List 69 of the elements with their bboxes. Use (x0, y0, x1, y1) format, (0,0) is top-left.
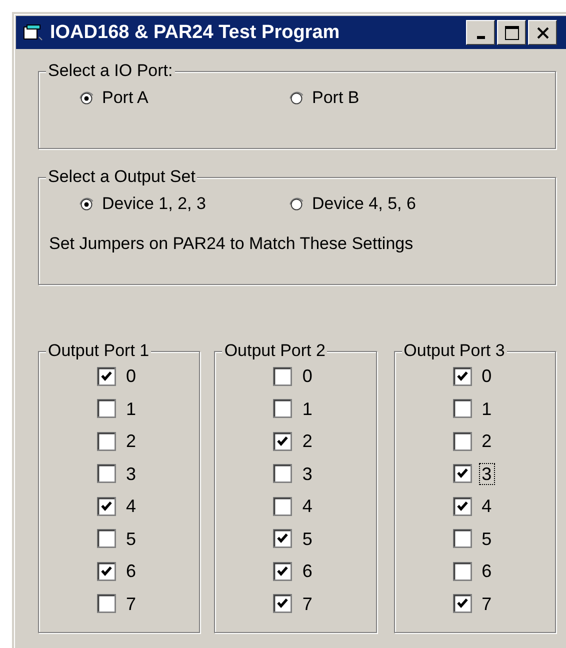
checkbox[interactable] (452, 366, 472, 386)
group-label: Select a Output Set (46, 167, 198, 187)
checkbox[interactable] (97, 432, 116, 451)
checkbox[interactable] (273, 399, 292, 418)
checkbox[interactable] (97, 594, 116, 614)
checkbox-label: 1 (301, 398, 314, 420)
checkbox[interactable] (273, 594, 292, 614)
maximize-button[interactable] (497, 20, 526, 45)
checkbox-label: 5 (301, 528, 314, 550)
checkbox-label: 7 (125, 592, 138, 615)
radio-label: Device 1, 2, 3 (102, 194, 206, 214)
checkbox-label: 7 (480, 592, 493, 615)
checkbox-label: 2 (125, 430, 138, 452)
close-button[interactable] (528, 20, 557, 45)
radio-label: Device 4, 5, 6 (312, 194, 416, 214)
checkbox-label: 5 (480, 528, 493, 550)
checkbox[interactable] (97, 464, 116, 484)
checkbox-label: 0 (125, 365, 138, 388)
checkbox[interactable] (97, 399, 116, 418)
checkbox[interactable] (97, 562, 116, 581)
checkbox-label: 2 (301, 430, 314, 452)
checkbox[interactable] (452, 432, 472, 451)
group-label: Output Port 2 (222, 341, 328, 361)
checkbox[interactable] (97, 496, 116, 516)
checkbox[interactable] (452, 594, 472, 614)
checkbox-label: 1 (125, 398, 138, 420)
minimize-button[interactable] (466, 20, 495, 45)
radio-button[interactable] (79, 196, 94, 212)
checkbox[interactable] (452, 496, 472, 516)
checkbox[interactable] (452, 562, 472, 581)
checkbox-label: 0 (480, 365, 493, 388)
group-label: Output Port 3 (402, 341, 507, 361)
radio-label: Port B (312, 88, 360, 108)
checkbox[interactable] (97, 529, 116, 548)
checkbox[interactable] (273, 464, 292, 484)
checkbox-label: 1 (480, 398, 493, 420)
instruction-text: Set Jumpers on PAR24 to Match These Settings (49, 234, 414, 254)
radio-label: Port A (102, 88, 148, 108)
radio-button[interactable] (289, 196, 304, 212)
checkbox-label: 0 (301, 365, 314, 388)
minimize-icon (476, 36, 484, 38)
checkbox-label: 6 (301, 560, 314, 582)
checkbox[interactable] (452, 464, 472, 484)
checkbox-label: 7 (301, 592, 314, 615)
checkbox[interactable] (452, 529, 472, 548)
checkbox-label: 5 (125, 528, 138, 550)
radio-button[interactable] (289, 90, 304, 106)
checkbox[interactable] (273, 366, 292, 386)
checkbox[interactable] (273, 432, 292, 451)
checkbox-label: 3 (301, 462, 314, 485)
checkbox-label: 4 (480, 495, 493, 518)
checkbox-label: 2 (480, 430, 493, 452)
checkbox[interactable] (273, 496, 292, 516)
checkbox-label: 6 (125, 560, 138, 582)
radio-button[interactable] (79, 90, 94, 106)
checkbox[interactable] (273, 562, 292, 581)
window-title: IOAD168 & PAR24 Test Program (50, 22, 341, 44)
checkbox-label: 3 (125, 462, 138, 485)
checkbox-label: 6 (480, 560, 493, 582)
close-icon (536, 26, 550, 40)
checkbox-label: 4 (125, 495, 138, 518)
checkbox[interactable] (97, 366, 116, 386)
checkbox-label: 4 (301, 495, 314, 518)
group-label: Output Port 1 (46, 341, 152, 361)
checkbox-label: 3 (478, 462, 495, 485)
checkbox[interactable] (273, 529, 292, 548)
maximize-icon (504, 24, 520, 40)
app-icon (22, 24, 44, 42)
checkbox[interactable] (452, 399, 472, 418)
